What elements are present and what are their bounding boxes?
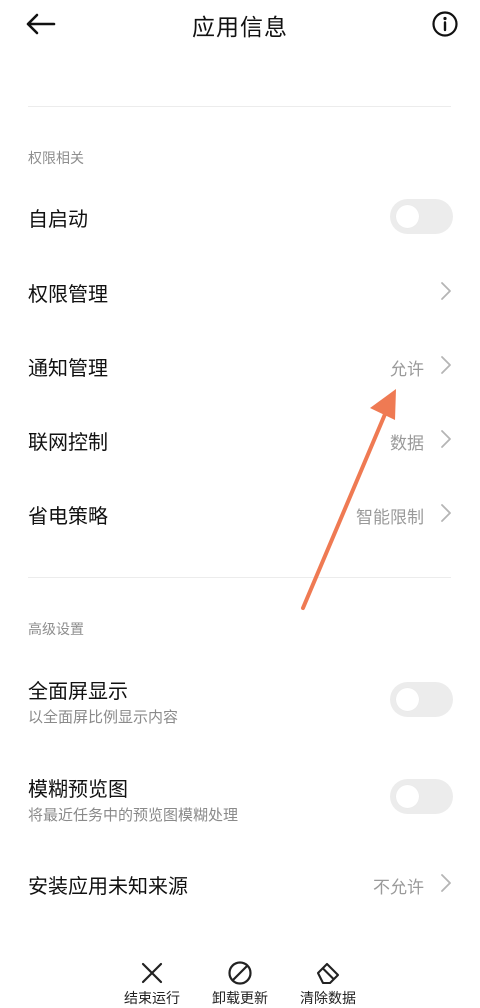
chevron-right-icon	[441, 356, 451, 374]
toggle-knob	[396, 785, 419, 808]
divider	[28, 577, 451, 578]
app-header: 应用信息	[0, 0, 480, 50]
toggle-knob	[396, 688, 419, 711]
chevron-right-icon	[441, 282, 451, 300]
prohibit-icon	[228, 961, 252, 985]
row-network-control[interactable]: 联网控制 数据	[0, 403, 480, 475]
force-stop-button[interactable]: 结束运行	[112, 955, 192, 1007]
divider	[28, 106, 451, 107]
row-label: 通知管理	[28, 356, 108, 380]
info-icon	[432, 11, 458, 37]
clear-data-button[interactable]: 清除数据	[288, 955, 368, 1007]
row-blur-preview[interactable]: 模糊预览图 将最近任务中的预览图模糊处理	[0, 758, 480, 836]
toggle-knob	[396, 205, 419, 228]
row-permission-management[interactable]: 权限管理	[0, 255, 480, 327]
section-title-permissions: 权限相关	[28, 151, 84, 167]
row-fullscreen-display[interactable]: 全面屏显示 以全面屏比例显示内容	[0, 660, 480, 738]
row-label: 权限管理	[28, 282, 108, 306]
row-label: 自启动	[28, 207, 88, 231]
row-label: 全面屏显示	[28, 679, 128, 703]
row-label: 模糊预览图	[28, 777, 128, 801]
autostart-toggle[interactable]	[390, 199, 453, 234]
row-value: 不允许	[373, 878, 424, 898]
eraser-icon	[316, 962, 340, 985]
action-label: 结束运行	[124, 991, 180, 1007]
row-autostart[interactable]: 自启动	[0, 180, 480, 252]
close-x-icon	[141, 962, 163, 984]
row-label: 联网控制	[28, 430, 108, 454]
action-label: 卸载更新	[212, 991, 268, 1007]
row-value: 数据	[390, 434, 424, 454]
row-notification-management[interactable]: 通知管理 允许	[0, 329, 480, 401]
chevron-right-icon	[441, 504, 451, 522]
row-battery-saver[interactable]: 省电策略 智能限制	[0, 477, 480, 549]
blur-preview-toggle[interactable]	[390, 779, 453, 814]
row-subtitle: 以全面屏比例显示内容	[28, 708, 179, 726]
bottom-action-bar: 结束运行 卸载更新 清除数据	[0, 955, 480, 1007]
chevron-right-icon	[441, 874, 451, 892]
section-title-advanced: 高级设置	[28, 622, 84, 638]
row-install-unknown-sources[interactable]: 安装应用未知来源 不允许	[0, 846, 480, 918]
row-value: 智能限制	[356, 508, 424, 528]
row-label: 省电策略	[28, 504, 108, 528]
row-label: 安装应用未知来源	[28, 874, 188, 898]
fullscreen-toggle[interactable]	[390, 682, 453, 717]
row-subtitle: 将最近任务中的预览图模糊处理	[28, 806, 239, 824]
action-label: 清除数据	[300, 991, 356, 1007]
row-value: 允许	[390, 360, 424, 380]
page-title: 应用信息	[192, 15, 288, 41]
info-button[interactable]	[430, 9, 460, 39]
chevron-right-icon	[441, 430, 451, 448]
uninstall-updates-button[interactable]: 卸载更新	[200, 955, 280, 1007]
